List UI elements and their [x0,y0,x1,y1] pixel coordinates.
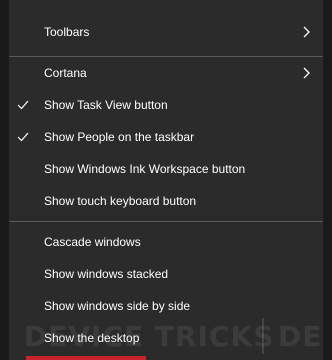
menu-item-cascade-windows[interactable]: Cascade windows [9,226,323,258]
menu-item-label: Show Windows Ink Workspace button [44,162,246,176]
menu-item-label: Show the desktop [44,331,140,345]
menu-item-label: Cortana [44,66,87,80]
taskbar-context-menu: Toolbars Cortana Show Task View button S… [0,0,332,360]
menu-item-label: Cascade windows [44,235,141,249]
menu-item-label: Show touch keyboard button [44,194,197,208]
menu-item-show-the-desktop[interactable]: Show the desktop [9,322,323,354]
menu-left-edge [0,0,9,360]
menu-item-label: Toolbars [44,25,90,39]
chevron-right-icon [303,67,310,79]
menu-item-show-windows-side-by-side[interactable]: Show windows side by side [9,290,323,322]
menu-item-show-windows-stacked[interactable]: Show windows stacked [9,258,323,290]
menu-item-toolbars[interactable]: Toolbars [9,16,323,48]
menu-separator [9,221,323,222]
menu-item-label: Show Task View button [44,98,168,112]
menu-item-label: Show windows stacked [44,267,169,281]
menu-item-show-task-view-button[interactable]: Show Task View button [9,89,323,121]
checkmark-icon [17,100,29,110]
menu-item-label: Show windows side by side [44,299,191,313]
chevron-right-icon [303,26,310,38]
menu-body: Toolbars Cortana Show Task View button S… [9,0,323,360]
menu-item-label: Show People on the taskbar [44,130,195,144]
menu-item-show-touch-keyboard-button[interactable]: Show touch keyboard button [9,185,323,217]
accent-bar [26,356,146,360]
menu-item-show-people-on-taskbar[interactable]: Show People on the taskbar [9,121,323,153]
menu-item-show-windows-ink-workspace-button[interactable]: Show Windows Ink Workspace button [9,153,323,185]
menu-item-cortana[interactable]: Cortana [9,57,323,89]
menu-right-edge [323,0,332,360]
checkmark-icon [17,132,29,142]
